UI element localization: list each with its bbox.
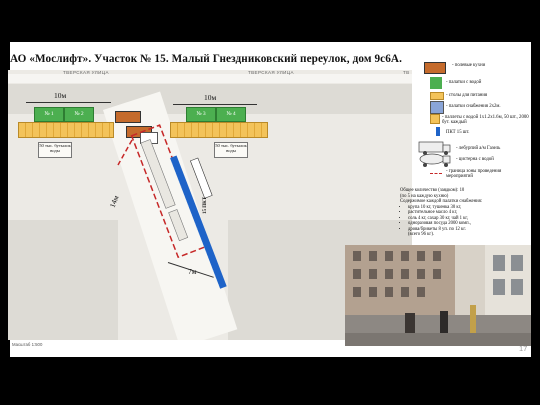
legend-item: - полевые кухни: [452, 63, 486, 68]
legend-item: - палатки снабжения 2х2м.: [446, 104, 501, 109]
water-tent-icon: [430, 77, 442, 89]
water-tank-icon: [168, 209, 189, 242]
supply-tent-icon: [430, 101, 444, 114]
street-photo-drawing: [345, 245, 531, 346]
legend-item: - палатки с водой: [446, 80, 482, 85]
zone-boundary-edge: [117, 139, 133, 166]
field-kitchen-icon: [424, 62, 446, 74]
legend-item: - паллеты с водой 1х1.2х1.6м, 50 шт., 20…: [442, 115, 529, 125]
pkt-label: 15 ПКТ: [203, 196, 209, 215]
scale-label: Масштаб 1:500: [12, 342, 43, 347]
page-number: 17: [519, 344, 528, 353]
table-icon: [430, 92, 444, 100]
pkt-box: [190, 157, 213, 199]
slide: АО «Мослифт». Участок № 15. Малый Гнездн…: [0, 0, 540, 405]
toilet-icon: [436, 127, 440, 136]
list-item: (всего 96 кг).: [408, 232, 435, 237]
pallet-icon: [430, 114, 440, 124]
legend-item: - столы для питания: [446, 93, 488, 98]
legend-summary: Общее количество (заядком): 10 (по 5 на …: [400, 188, 530, 238]
legend-item: - лебурпий а/м Газель: [456, 146, 501, 151]
legend-item: - цистерна с водой: [456, 157, 494, 162]
water-tank-legend-icon: [419, 153, 451, 167]
page-title: АО «Мослифт». Участок № 15. Малый Гнездн…: [10, 53, 402, 65]
legend-item: ПКТ 15 шт.: [446, 130, 470, 135]
supply-list: крупа 10 кг, тушенка 30 кг, растительное…: [400, 205, 530, 238]
boundary-icon: [430, 173, 442, 174]
legend-item: - граница зоны проведения мероприятий: [446, 169, 502, 179]
street-photo: [345, 245, 531, 346]
